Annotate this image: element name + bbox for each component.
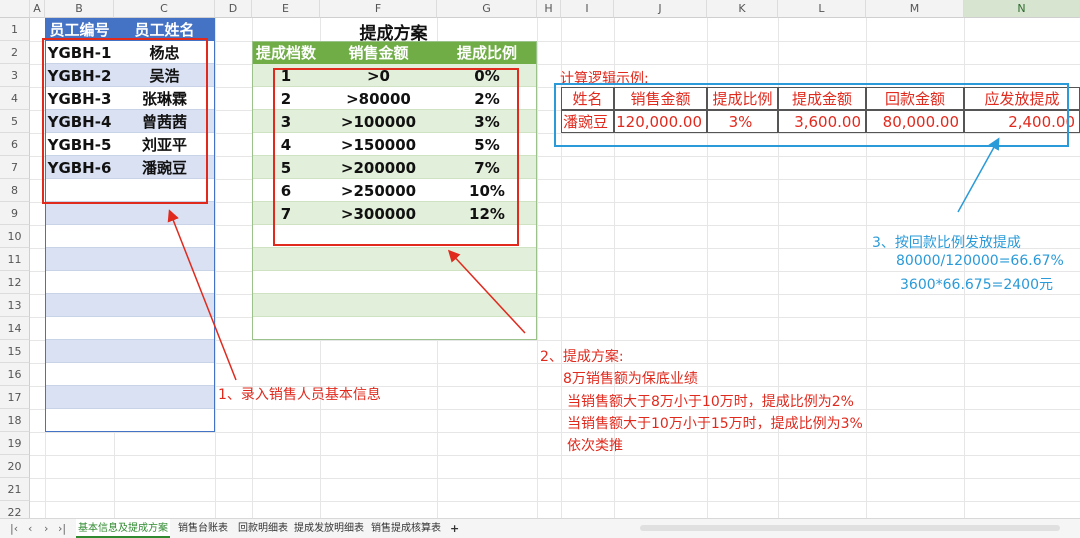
sheet-tab-4[interactable]: 销售提成核算表: [366, 519, 446, 538]
add-sheet-button[interactable]: +: [450, 519, 459, 538]
sheet-tab-1[interactable]: 销售台账表: [172, 519, 234, 538]
note-3-line: 3600*66.675=2400元: [900, 277, 1053, 293]
note-3-line: 3、按回款比例发放提成: [872, 235, 1021, 251]
prev-sheet-button[interactable]: ‹: [28, 519, 32, 538]
arrow-note2: [447, 249, 526, 334]
arrow-note3: [957, 137, 1000, 213]
note-2-line: 当销售额大于10万小于15万时，提成比例为3%: [567, 416, 863, 432]
arrow-note1: [167, 209, 237, 381]
sheet-tab-bar: |‹ ‹ › ›| 基本信息及提成方案 销售台账表 回款明细表 提成发放明细表 销售提成…: [0, 518, 1080, 538]
sheet-tab-3[interactable]: 提成发放明细表: [292, 519, 366, 538]
horizontal-scrollbar[interactable]: [640, 525, 1060, 531]
note-1: 1、录入销售人员基本信息: [218, 387, 381, 403]
last-sheet-button[interactable]: ›|: [58, 519, 66, 538]
sheet-tab-2[interactable]: 回款明细表: [234, 519, 292, 538]
note-2-line: 依次类推: [567, 438, 623, 454]
first-sheet-button[interactable]: |‹: [10, 519, 18, 538]
next-sheet-button[interactable]: ›: [44, 519, 48, 538]
sheet-tab-0[interactable]: 基本信息及提成方案: [76, 519, 170, 538]
note-2-line: 8万销售额为保底业绩: [563, 371, 698, 387]
note-2-line: 2、提成方案:: [540, 349, 624, 365]
note-3-line: 80000/120000=66.67%: [896, 253, 1064, 269]
note-2-line: 当销售额大于8万小于10万时，提成比例为2%: [567, 394, 854, 410]
